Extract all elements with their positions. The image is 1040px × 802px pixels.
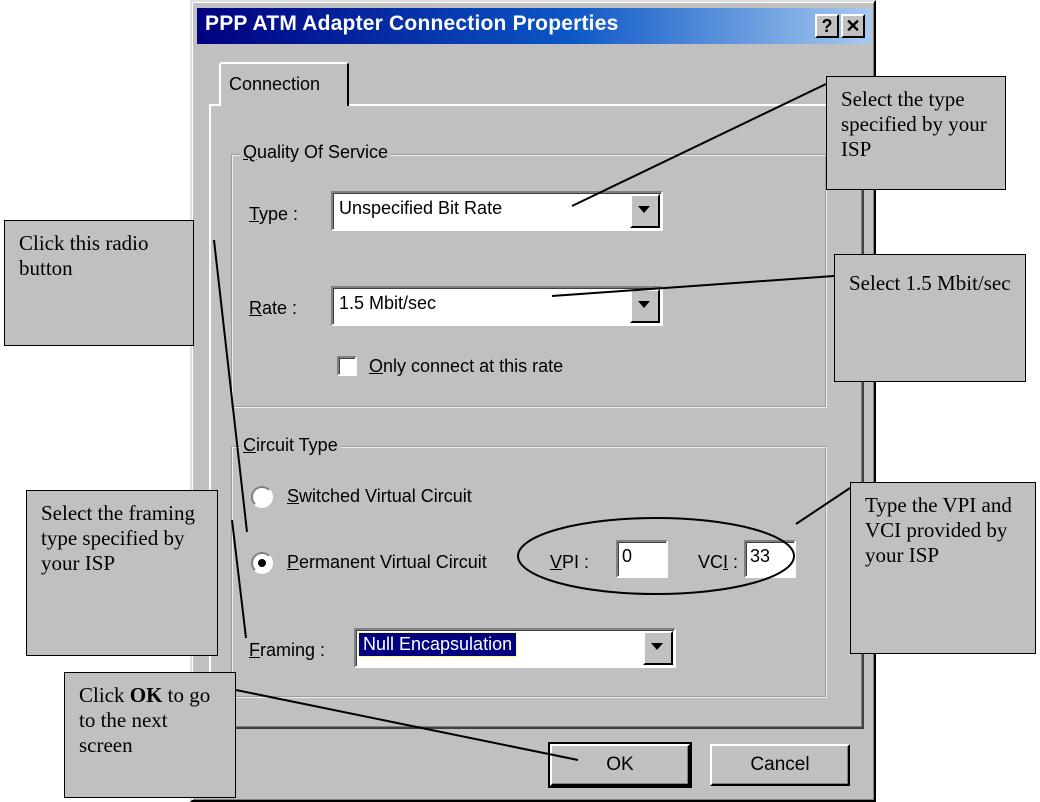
tab-connection-label: Connection	[229, 74, 321, 94]
rate-select-value: 1.5 Mbit/sec	[339, 293, 437, 313]
pvc-label: Permanent Virtual Circuit	[287, 552, 487, 572]
svc-label: Switched Virtual Circuit	[287, 486, 472, 506]
vpi-input[interactable]: 0	[616, 540, 668, 578]
callout-click-ok: Click OK to go to the next screen	[64, 672, 236, 798]
type-select[interactable]: Unspecified Bit Rate	[331, 191, 663, 231]
title-bar[interactable]: PPP ATM Adapter Connection Properties ? …	[197, 8, 871, 44]
type-select-value: Unspecified Bit Rate	[339, 198, 503, 218]
cancel-button[interactable]: Cancel	[710, 744, 850, 786]
vci-input[interactable]: 33	[744, 540, 796, 578]
only-connect-label: Only connect at this rate	[369, 356, 564, 376]
window-title: PPP ATM Adapter Connection Properties	[205, 12, 619, 35]
callout-select-rate: Select 1.5 Mbit/sec	[834, 254, 1026, 382]
framing-label: Framing :	[249, 640, 326, 660]
tab-connection[interactable]: Connection	[219, 62, 349, 106]
circuit-legend: Circuit Type	[240, 435, 341, 456]
qos-legend: Quality Of Service	[240, 142, 392, 163]
callout-click-radio: Click this radio button	[4, 220, 194, 346]
svc-radio[interactable]	[251, 486, 273, 508]
framing-select-value: Null Encapsulation	[357, 632, 518, 657]
ok-button[interactable]: OK	[548, 742, 692, 788]
vci-label: VCI :	[698, 552, 739, 572]
close-button[interactable]: ✕	[841, 14, 865, 38]
type-label: Type :	[249, 204, 299, 224]
dialog-window: PPP ATM Adapter Connection Properties ? …	[190, 0, 876, 802]
vpi-label: VPI :	[550, 552, 590, 572]
help-button[interactable]: ?	[815, 14, 839, 38]
callout-select-type: Select the type specified by your ISP	[826, 76, 1006, 190]
rate-select[interactable]: 1.5 Mbit/sec	[331, 286, 663, 326]
rate-label: Rate :	[249, 298, 298, 318]
pvc-radio[interactable]	[251, 552, 273, 574]
chevron-down-icon[interactable]	[630, 289, 660, 323]
chevron-down-icon[interactable]	[630, 194, 660, 228]
framing-select[interactable]: Null Encapsulation	[354, 628, 676, 668]
callout-select-framing: Select the framing type specified by you…	[26, 490, 218, 656]
callout-vpi-vci: Type the VPI and VCI provided by your IS…	[850, 482, 1036, 654]
chevron-down-icon[interactable]	[643, 631, 673, 665]
only-connect-checkbox[interactable]	[337, 356, 357, 376]
